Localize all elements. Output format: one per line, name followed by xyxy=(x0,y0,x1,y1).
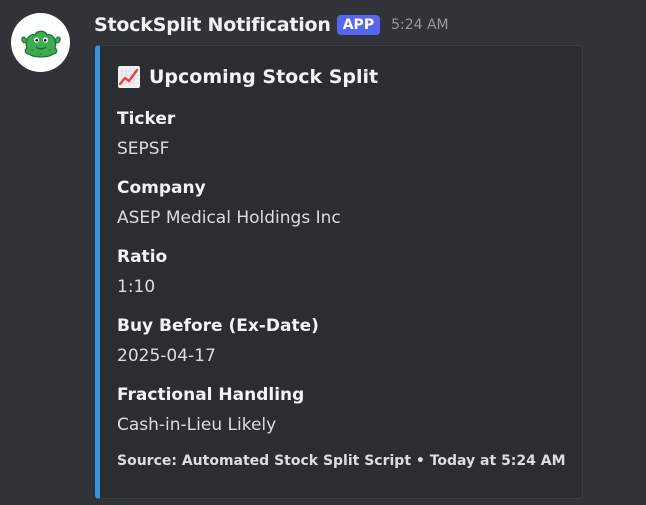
field-name: Ratio xyxy=(117,247,168,267)
bot-username[interactable]: StockSplit Notification xyxy=(94,14,331,36)
bot-avatar[interactable] xyxy=(11,13,70,72)
embed-title: Upcoming Stock Split xyxy=(117,65,378,89)
field-ratio: Ratio 1:10 xyxy=(117,246,167,298)
chart-increasing-icon xyxy=(118,66,140,88)
app-badge: APP xyxy=(336,15,381,35)
field-fractional-handling: Fractional Handling Cash-in-Lieu Likely xyxy=(117,384,304,436)
field-name: Buy Before (Ex-Date) xyxy=(117,316,319,336)
embed-footer: Source: Automated Stock Split Script • T… xyxy=(117,453,566,469)
field-value: SEPSF xyxy=(117,139,170,159)
field-ticker: Ticker SEPSF xyxy=(117,108,175,160)
embed-title-text: Upcoming Stock Split xyxy=(149,66,379,88)
message-header: StockSplit Notification APP 5:24 AM xyxy=(94,11,449,39)
field-company: Company ASEP Medical Holdings Inc xyxy=(117,177,341,229)
field-value: 1:10 xyxy=(117,277,156,297)
message-timestamp[interactable]: 5:24 AM xyxy=(391,17,449,33)
field-name: Fractional Handling xyxy=(117,385,305,405)
embed-card: Upcoming Stock Split Ticker SEPSF Compan… xyxy=(95,45,583,499)
field-name: Ticker xyxy=(117,109,176,129)
chat-message: StockSplit Notification APP 5:24 AM Upco… xyxy=(0,0,646,505)
green-frog-mascot-icon xyxy=(20,30,61,58)
field-ex-date: Buy Before (Ex-Date) 2025-04-17 xyxy=(117,315,319,367)
field-name: Company xyxy=(117,178,206,198)
field-value: 2025-04-17 xyxy=(117,346,216,366)
field-value: ASEP Medical Holdings Inc xyxy=(117,208,341,228)
field-value: Cash-in-Lieu Likely xyxy=(117,415,277,435)
